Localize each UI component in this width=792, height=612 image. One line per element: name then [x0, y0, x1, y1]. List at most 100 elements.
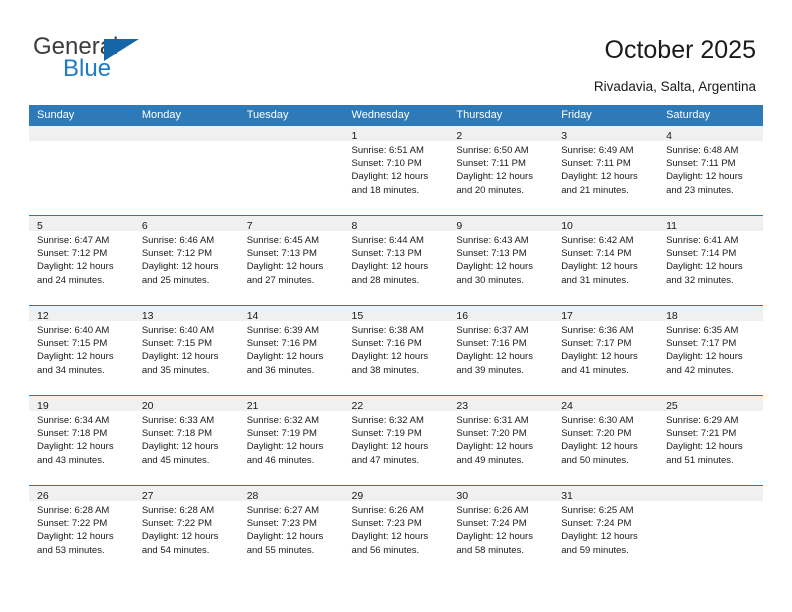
general-blue-logo[interactable]: General Blue [33, 33, 213, 85]
daylight-text-line1: Daylight: 12 hours [351, 441, 429, 453]
weekday-header-row: Sunday Monday Tuesday Wednesday Thursday… [29, 105, 763, 126]
daylight-text-line2: and 23 minutes. [666, 184, 734, 196]
sunrise-text: Sunrise: 6:25 AM [561, 505, 634, 516]
day-cell[interactable]: 13 Sunrise: 6:40 AM Sunset: 7:15 PM Dayligh… [133, 306, 239, 395]
day-number: 29 [351, 490, 364, 502]
daylight-text-line1: Daylight: 12 hours [456, 531, 533, 543]
day-cell[interactable]: 21 Sunrise: 6:32 AM Sunset: 7:19 PM Dayligh… [238, 396, 344, 485]
day-number-band: 15 [343, 306, 449, 322]
sunset-text: Sunset: 7:16 PM [351, 338, 422, 350]
day-number-band: 11 [658, 216, 763, 232]
day-cell[interactable]: 5 Sunrise: 6:47 AM Sunset: 7:12 PM Daylight… [29, 216, 134, 305]
daylight-text-line2: and 54 minutes. [141, 544, 210, 556]
day-cell[interactable]: 2 Sunrise: 6:50 AM Sunset: 7:11 PM Daylight… [448, 126, 554, 215]
sunset-text: Sunset: 7:22 PM [141, 518, 213, 530]
day-cell[interactable]: 9 Sunrise: 6:43 AM Sunset: 7:13 PM Daylight… [448, 216, 554, 305]
day-cell[interactable]: 31 Sunrise: 6:25 AM Sunset: 7:24 PM Dayligh… [553, 486, 659, 575]
day-cell[interactable]: 19 Sunrise: 6:34 AM Sunset: 7:18 PM Dayligh… [29, 396, 134, 485]
sunset-text: Sunset: 7:23 PM [351, 518, 422, 530]
daylight-text-line1: Daylight: 12 hours [37, 261, 114, 273]
sunrise-text: Sunrise: 6:26 AM [351, 505, 424, 516]
day-cell[interactable]: 11 Sunrise: 6:41 AM Sunset: 7:14 PM Dayligh… [658, 216, 763, 305]
day-number-band: 6 [133, 216, 239, 232]
sunset-text: Sunset: 7:24 PM [561, 518, 632, 530]
weekday-header-tuesday: Tuesday [246, 109, 289, 121]
day-cell[interactable]: 28 Sunrise: 6:27 AM Sunset: 7:23 PM Dayligh… [238, 486, 344, 575]
day-number-band: 10 [553, 216, 659, 232]
day-cell[interactable]: 12 Sunrise: 6:40 AM Sunset: 7:15 PM Dayligh… [29, 306, 134, 395]
daylight-text-line1: Daylight: 12 hours [351, 171, 429, 183]
day-cell[interactable]: 23 Sunrise: 6:31 AM Sunset: 7:20 PM Dayligh… [448, 396, 554, 485]
calendar-week-row: 26 Sunrise: 6:28 AM Sunset: 7:22 PM Dayligh… [29, 485, 763, 575]
sunrise-text: Sunrise: 6:48 AM [666, 145, 739, 156]
day-number: 24 [561, 400, 573, 412]
day-cell[interactable]: 22 Sunrise: 6:32 AM Sunset: 7:19 PM Dayligh… [343, 396, 449, 485]
day-number-band: 26 [29, 486, 134, 502]
day-cell[interactable]: 24 Sunrise: 6:30 AM Sunset: 7:20 PM Dayligh… [553, 396, 659, 485]
daylight-text-line1: Daylight: 12 hours [246, 261, 324, 273]
day-cell[interactable]: 7 Sunrise: 6:45 AM Sunset: 7:13 PM Daylight… [238, 216, 344, 305]
sunset-text: Sunset: 7:11 PM [666, 158, 736, 170]
day-sun-info: Sunrise: 6:43 AM Sunset: 7:13 PM Daylight:… [448, 231, 553, 287]
day-number: 7 [246, 220, 253, 232]
day-cell[interactable]: 1 Sunrise: 6:51 AM Sunset: 7:10 PM Daylight… [343, 126, 449, 215]
day-sun-info: Sunrise: 6:29 AM Sunset: 7:21 PM Daylight:… [658, 411, 763, 467]
day-cell[interactable]: 4 Sunrise: 6:48 AM Sunset: 7:11 PM Daylight… [658, 126, 763, 215]
sunrise-text: Sunrise: 6:36 AM [561, 325, 634, 336]
day-cell[interactable]: 20 Sunrise: 6:33 AM Sunset: 7:18 PM Dayligh… [133, 396, 239, 485]
day-cell[interactable]: 17 Sunrise: 6:36 AM Sunset: 7:17 PM Dayligh… [553, 306, 659, 395]
day-number: 14 [246, 310, 259, 322]
day-number: 31 [561, 490, 573, 502]
day-cell[interactable]: 26 Sunrise: 6:28 AM Sunset: 7:22 PM Dayligh… [29, 486, 134, 575]
sunset-text: Sunset: 7:12 PM [141, 248, 213, 260]
daylight-text-line1: Daylight: 12 hours [351, 531, 429, 543]
day-number-band: 4 [658, 126, 763, 142]
day-cell[interactable]: 30 Sunrise: 6:26 AM Sunset: 7:24 PM Dayligh… [448, 486, 554, 575]
day-cell[interactable]: 8 Sunrise: 6:44 AM Sunset: 7:13 PM Daylight… [343, 216, 449, 305]
day-sun-info: Sunrise: 6:44 AM Sunset: 7:13 PM Daylight:… [344, 231, 449, 287]
day-cell[interactable]: 10 Sunrise: 6:42 AM Sunset: 7:14 PM Dayligh… [553, 216, 659, 305]
day-cell[interactable]: 18 Sunrise: 6:35 AM Sunset: 7:17 PM Dayligh… [658, 306, 763, 395]
sunrise-text: Sunrise: 6:27 AM [246, 505, 320, 516]
day-number: 5 [37, 220, 43, 232]
day-number-band: 18 [658, 306, 763, 322]
day-cell[interactable]: 6 Sunrise: 6:46 AM Sunset: 7:12 PM Daylight… [133, 216, 239, 305]
day-cell[interactable]: 15 Sunrise: 6:38 AM Sunset: 7:16 PM Dayligh… [343, 306, 449, 395]
daylight-text-line1: Daylight: 12 hours [37, 531, 114, 543]
day-cell-empty [133, 126, 239, 215]
daylight-text-line1: Daylight: 12 hours [37, 351, 114, 363]
day-number-band: 22 [343, 396, 449, 412]
daylight-text-line2: and 49 minutes. [456, 454, 524, 466]
calendar-week-cells: 12 Sunrise: 6:40 AM Sunset: 7:15 PM Dayligh… [29, 306, 763, 395]
daylight-text-line1: Daylight: 12 hours [246, 441, 324, 453]
daylight-text-line2: and 28 minutes. [351, 274, 420, 286]
daylight-text-line2: and 59 minutes. [561, 544, 629, 556]
day-sun-info: Sunrise: 6:51 AM Sunset: 7:10 PM Daylight:… [344, 141, 449, 197]
day-number: 25 [666, 400, 678, 412]
daylight-text-line2: and 30 minutes. [456, 274, 524, 286]
sunrise-text: Sunrise: 6:46 AM [141, 235, 215, 246]
day-cell[interactable]: 3 Sunrise: 6:49 AM Sunset: 7:11 PM Daylight… [553, 126, 659, 215]
day-number-band: 12 [29, 306, 134, 322]
day-number-band: 5 [29, 216, 134, 232]
day-number: 16 [456, 310, 469, 322]
sunrise-text: Sunrise: 6:30 AM [561, 415, 634, 426]
sunset-text: Sunset: 7:22 PM [37, 518, 108, 530]
day-number: 11 [666, 220, 677, 232]
calendar-week-cells: 5 Sunrise: 6:47 AM Sunset: 7:12 PM Daylight… [29, 216, 763, 305]
day-number: 9 [456, 220, 463, 232]
day-number-band: 14 [238, 306, 344, 322]
day-cell[interactable]: 27 Sunrise: 6:28 AM Sunset: 7:22 PM Dayligh… [133, 486, 239, 575]
day-sun-info: Sunrise: 6:47 AM Sunset: 7:12 PM Daylight:… [29, 231, 134, 287]
day-number: 6 [141, 220, 148, 232]
sunset-text: Sunset: 7:11 PM [561, 158, 631, 170]
day-number-band: 13 [133, 306, 239, 322]
day-cell[interactable]: 25 Sunrise: 6:29 AM Sunset: 7:21 PM Dayligh… [658, 396, 763, 485]
day-cell[interactable]: 16 Sunrise: 6:37 AM Sunset: 7:16 PM Dayligh… [448, 306, 554, 395]
day-sun-info: Sunrise: 6:30 AM Sunset: 7:20 PM Daylight:… [553, 411, 658, 467]
day-number: 8 [351, 220, 358, 232]
day-cell[interactable]: 14 Sunrise: 6:39 AM Sunset: 7:16 PM Dayligh… [238, 306, 344, 395]
daylight-text-line1: Daylight: 12 hours [351, 351, 429, 363]
day-cell[interactable]: 29 Sunrise: 6:26 AM Sunset: 7:23 PM Dayligh… [343, 486, 449, 575]
day-number-band [133, 126, 239, 141]
